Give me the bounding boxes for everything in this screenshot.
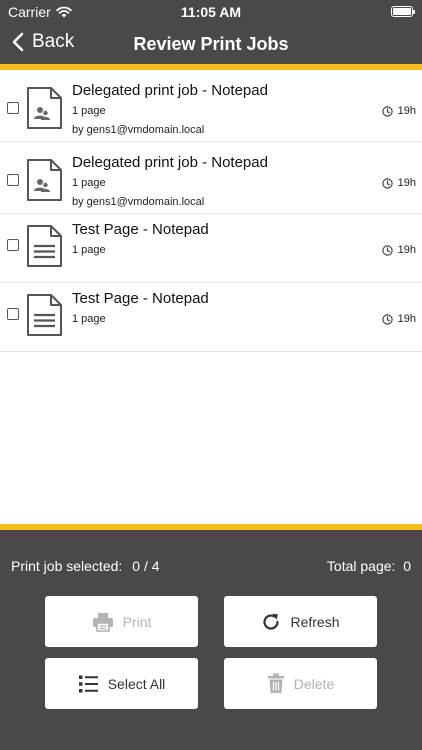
job-row[interactable]: Delegated print job - Notepad 1 page by …	[0, 142, 422, 214]
selected-count: 0 / 4	[132, 558, 160, 574]
job-age-label: 19h	[397, 105, 416, 117]
job-checkbox[interactable]	[7, 308, 19, 320]
job-age-label: 19h	[397, 177, 416, 189]
job-age: 19h	[381, 313, 416, 325]
job-title: Delegated print job - Notepad	[72, 154, 268, 171]
job-page-count: 1 page	[72, 177, 106, 189]
page-title: Review Print Jobs	[133, 34, 289, 54]
job-age: 19h	[381, 244, 416, 256]
job-title: Test Page - Notepad	[72, 221, 209, 238]
battery-icon	[391, 6, 415, 17]
job-row[interactable]: Test Page - Notepad 1 page 19h	[0, 214, 422, 283]
list-icon	[78, 675, 98, 692]
print-job-list[interactable]: Delegated print job - Notepad 1 page by …	[0, 70, 422, 524]
select-all-label: Select All	[107, 675, 166, 692]
job-title: Test Page - Notepad	[72, 290, 209, 307]
clock-icon	[381, 244, 393, 256]
refresh-button[interactable]: Refresh	[224, 596, 377, 647]
total-page-summary: Total page: 0	[327, 558, 411, 574]
job-title: Delegated print job - Notepad	[72, 82, 268, 99]
print-button[interactable]: Print	[45, 596, 198, 647]
text-document-icon	[27, 294, 62, 336]
action-footer: Print job selected: 0 / 4 Total page: 0 P…	[0, 530, 422, 750]
printer-icon	[92, 612, 113, 632]
delegated-document-icon	[27, 87, 62, 129]
delete-button[interactable]: Delete	[224, 658, 377, 709]
clock-icon	[381, 105, 393, 117]
navigation-bar: Back Review Print Jobs	[0, 24, 422, 64]
selection-summary: Print job selected: 0 / 4	[11, 558, 160, 574]
trash-icon	[267, 673, 284, 693]
total-label: Total page:	[326, 558, 396, 574]
job-page-count: 1 page	[72, 244, 106, 256]
job-row[interactable]: Test Page - Notepad 1 page 19h	[0, 283, 422, 352]
job-checkbox[interactable]	[7, 174, 19, 186]
clock-icon	[381, 313, 393, 325]
job-age: 19h	[381, 105, 416, 117]
select-all-button[interactable]: Select All	[45, 658, 198, 709]
status-bar: Carrier 11:05 AM	[0, 0, 422, 24]
text-document-icon	[27, 225, 62, 267]
delete-label: Delete	[293, 675, 335, 692]
job-checkbox[interactable]	[7, 102, 19, 114]
job-age-label: 19h	[397, 244, 416, 256]
delegated-document-icon	[27, 159, 62, 201]
total-value: 0	[403, 558, 411, 574]
refresh-label: Refresh	[290, 613, 340, 630]
clock-icon	[381, 177, 393, 189]
job-checkbox[interactable]	[7, 239, 19, 251]
job-owner: by gens1@vmdomain.local	[72, 124, 205, 136]
status-time: 11:05 AM	[180, 4, 242, 20]
refresh-icon	[263, 613, 280, 630]
job-age-label: 19h	[397, 313, 416, 325]
job-age: 19h	[381, 177, 416, 189]
job-owner: by gens1@vmdomain.local	[72, 196, 205, 208]
job-page-count: 1 page	[72, 313, 106, 325]
print-label: Print	[122, 613, 152, 630]
selected-label: Print job selected:	[11, 558, 123, 574]
job-page-count: 1 page	[72, 105, 106, 117]
job-row[interactable]: Delegated print job - Notepad 1 page by …	[0, 70, 422, 142]
